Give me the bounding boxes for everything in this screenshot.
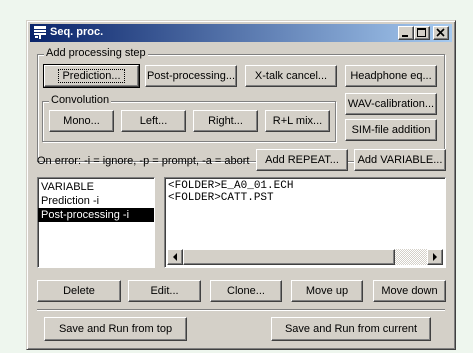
close-button[interactable] [433,26,449,40]
scroll-left-button[interactable] [167,249,183,265]
close-icon [436,28,445,37]
add-repeat-button[interactable]: Add REPEAT... [256,149,348,171]
post-processing-button[interactable]: Post-processing... [145,65,237,87]
move-down-label: Move down [381,285,438,297]
left-button[interactable]: Left... [121,110,186,132]
detail-line: <FOLDER>CATT.PST [168,192,274,204]
maximize-icon [417,28,426,37]
headphone-eq-button[interactable]: Headphone eq... [345,65,437,87]
add-variable-button[interactable]: Add VARIABLE... [354,149,446,171]
arrow-left-icon [173,253,177,261]
prediction-label: Prediction... [58,69,125,83]
mono-button[interactable]: Mono... [49,110,114,132]
save-run-from-top-button[interactable]: Save and Run from top [44,317,187,341]
edit-button[interactable]: Edit... [128,280,201,302]
save-run-from-top-label: Save and Run from top [58,323,173,335]
add-processing-step-label: Add processing step [44,47,148,59]
list-item[interactable]: Prediction -i [38,194,154,208]
mono-label: Mono... [63,115,100,127]
wav-calibration-label: WAV-calibration... [347,98,435,110]
save-run-from-current-button[interactable]: Save and Run from current [271,317,431,341]
right-label: Right... [208,115,243,127]
step-details-box[interactable]: <FOLDER>E_A0_01.ECH <FOLDER>CATT.PST [164,177,446,268]
save-run-from-current-label: Save and Run from current [284,323,418,335]
xtalk-cancel-button[interactable]: X-talk cancel... [245,65,337,87]
seq-proc-window: Seq. proc. Add processing step Predictio… [26,20,456,350]
wav-calibration-button[interactable]: WAV-calibration... [345,93,437,115]
rl-mix-button[interactable]: R+L mix... [265,110,330,132]
clone-label: Clone... [227,285,265,297]
scrollbar-thumb[interactable] [183,249,395,265]
left-label: Left... [139,115,168,127]
clone-button[interactable]: Clone... [210,280,282,302]
app-icon [34,26,46,39]
edit-label: Edit... [150,285,179,297]
right-button[interactable]: Right... [193,110,258,132]
prediction-button[interactable]: Prediction... [43,64,140,88]
minimize-icon [402,35,408,37]
detail-line: <FOLDER>E_A0_01.ECH [168,180,294,192]
list-item[interactable]: VARIABLE [38,180,154,194]
xtalk-cancel-label: X-talk cancel... [254,70,328,82]
sim-file-addition-label: SIM-file addition [351,124,431,136]
window-title: Seq. proc. [50,26,104,38]
add-variable-label: Add VARIABLE... [357,154,443,166]
move-up-button[interactable]: Move up [291,280,363,302]
title-bar[interactable]: Seq. proc. [30,24,452,42]
delete-button[interactable]: Delete [37,280,121,302]
move-up-label: Move up [305,285,349,297]
separator [37,309,445,311]
on-error-hint: On error: -i = ignore, -p = prompt, -a =… [37,155,250,167]
sim-file-addition-button[interactable]: SIM-file addition [345,119,437,141]
delete-label: Delete [63,285,95,297]
arrow-right-icon [433,253,437,261]
scrollbar-track[interactable] [395,249,427,265]
processing-steps-list[interactable]: VARIABLE Prediction -i Post-processing -… [37,177,155,268]
minimize-button[interactable] [398,26,414,40]
horizontal-scrollbar[interactable] [167,249,443,265]
post-processing-label: Post-processing... [146,70,236,82]
convolution-label: Convolution [49,94,112,106]
headphone-eq-label: Headphone eq... [350,70,432,82]
maximize-button[interactable] [414,26,430,40]
move-down-button[interactable]: Move down [373,280,446,302]
list-item-selected[interactable]: Post-processing -i [38,208,154,222]
add-repeat-label: Add REPEAT... [265,154,339,166]
scroll-right-button[interactable] [427,249,443,265]
rl-mix-label: R+L mix... [272,115,323,127]
